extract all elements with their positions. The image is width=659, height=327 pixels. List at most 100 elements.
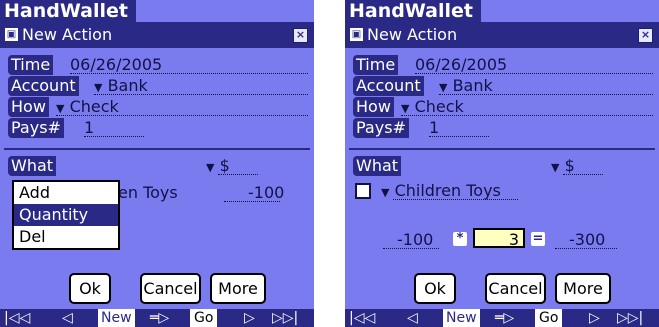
item-amount[interactable]: -100	[248, 183, 284, 203]
amount-underline	[224, 201, 280, 202]
left-screen: HandWallet ▣ New Action × Time 06/26/200…	[0, 0, 314, 327]
how-label: How	[8, 97, 49, 117]
pays-label: Pays#	[353, 118, 409, 138]
pays-row[interactable]: Pays# 1	[353, 118, 553, 138]
window-title: New Action	[22, 25, 113, 44]
dropdown-triangle-icon: ▼	[551, 161, 560, 174]
pays-underline	[84, 136, 144, 137]
item-context-menu: Add Quantity Del	[12, 180, 120, 250]
multiply-icon: *	[453, 232, 467, 246]
how-underline	[56, 115, 308, 116]
currency-value: $	[219, 156, 230, 175]
ok-button[interactable]: Ok	[69, 273, 111, 304]
cancel-button[interactable]: Cancel	[485, 273, 546, 304]
app-title: HandWallet	[0, 0, 136, 22]
category-underline	[393, 199, 518, 200]
total-amount: -300	[569, 230, 606, 249]
pays-row[interactable]: Pays# 1	[8, 118, 208, 138]
new-button[interactable]: New	[443, 309, 480, 327]
time-underline	[415, 73, 653, 74]
unit-price[interactable]: -100	[397, 230, 433, 250]
more-button[interactable]: More	[210, 273, 266, 304]
unit-price-underline	[383, 248, 439, 249]
time-label: Time	[353, 55, 399, 75]
form-icon: ▣	[350, 28, 363, 41]
dropdown-triangle-icon: ▼	[401, 102, 410, 115]
currency-underline	[218, 174, 258, 175]
quantity-input[interactable]: 3	[473, 228, 525, 249]
currency-underline	[563, 174, 603, 175]
pays-value[interactable]: 1	[84, 118, 94, 138]
more-button[interactable]: More	[555, 273, 611, 304]
menu-item-quantity[interactable]: Quantity	[14, 204, 118, 226]
bottom-nav-bar: |◁◁ ◁ New ═▷ Go ▷ ▷▷|	[345, 309, 659, 327]
total-underline	[555, 248, 617, 249]
next-record-icon[interactable]: ▷	[244, 309, 255, 327]
link-icon[interactable]: ═▷	[150, 309, 169, 327]
time-value[interactable]: 06/26/2005	[70, 55, 162, 75]
dropdown-triangle-icon: ▼	[439, 81, 448, 94]
window-titlebar: ▣ New Action ×	[345, 22, 659, 48]
how-value: Check	[69, 97, 119, 116]
item-category: Children Toys	[394, 181, 501, 200]
pays-label: Pays#	[8, 118, 64, 138]
account-label: Account	[8, 76, 79, 96]
window-title: New Action	[367, 25, 458, 44]
account-value: Bank	[452, 76, 493, 95]
how-label: How	[353, 97, 394, 117]
prev-record-icon[interactable]: ◁	[407, 309, 418, 327]
go-button[interactable]: Go	[535, 309, 563, 327]
form-icon: ▣	[5, 28, 18, 41]
close-icon[interactable]: ×	[293, 28, 308, 43]
account-underline	[439, 94, 653, 95]
ok-button[interactable]: Ok	[414, 273, 456, 304]
app-title: HandWallet	[345, 0, 481, 22]
what-label: What	[353, 156, 402, 176]
first-record-icon[interactable]: |◁◁	[4, 309, 30, 327]
window-titlebar: ▣ New Action ×	[0, 22, 314, 48]
menu-item-del[interactable]: Del	[14, 226, 118, 248]
time-underline	[70, 73, 308, 74]
dropdown-triangle-icon: ▼	[381, 186, 390, 199]
what-row: What ▼ $	[353, 156, 653, 176]
item-row[interactable]: ▼ Children Toys	[353, 181, 653, 201]
what-label: What	[8, 156, 57, 176]
account-underline	[94, 94, 308, 95]
item-category-partial[interactable]: en Toys	[118, 183, 178, 203]
dropdown-triangle-icon: ▼	[94, 81, 103, 94]
last-record-icon[interactable]: ▷▷|	[272, 309, 298, 327]
account-label: Account	[353, 76, 424, 96]
last-record-icon[interactable]: ▷▷|	[617, 309, 643, 327]
separator	[349, 148, 655, 150]
time-row[interactable]: Time 06/26/2005	[8, 55, 308, 75]
cancel-button[interactable]: Cancel	[140, 273, 201, 304]
bottom-nav-bar: |◁◁ ◁ New ═▷ Go ▷ ▷▷|	[0, 309, 314, 327]
how-row[interactable]: How ▼ Check	[8, 97, 308, 117]
prev-record-icon[interactable]: ◁	[62, 309, 73, 327]
how-value: Check	[414, 97, 464, 116]
time-row[interactable]: Time 06/26/2005	[353, 55, 653, 75]
account-row[interactable]: Account ▼ Bank	[353, 76, 653, 96]
how-row[interactable]: How ▼ Check	[353, 97, 653, 117]
menu-item-add[interactable]: Add	[14, 182, 118, 204]
dropdown-triangle-icon: ▼	[206, 161, 215, 174]
currency-value: $	[564, 156, 575, 175]
time-label: Time	[8, 55, 54, 75]
go-button[interactable]: Go	[190, 309, 218, 327]
separator	[4, 148, 310, 150]
next-record-icon[interactable]: ▷	[589, 309, 600, 327]
dropdown-triangle-icon: ▼	[56, 102, 65, 115]
new-button[interactable]: New	[98, 309, 135, 327]
account-value: Bank	[107, 76, 148, 95]
item-checkbox[interactable]	[355, 183, 371, 199]
time-value[interactable]: 06/26/2005	[415, 55, 507, 75]
equals-icon: =	[531, 231, 545, 246]
close-icon[interactable]: ×	[638, 28, 653, 43]
link-icon[interactable]: ═▷	[495, 309, 514, 327]
pays-underline	[429, 136, 489, 137]
right-screen: HandWallet ▣ New Action × Time 06/26/200…	[345, 0, 659, 327]
how-underline	[401, 115, 653, 116]
account-row[interactable]: Account ▼ Bank	[8, 76, 308, 96]
first-record-icon[interactable]: |◁◁	[349, 309, 375, 327]
pays-value[interactable]: 1	[429, 118, 439, 138]
